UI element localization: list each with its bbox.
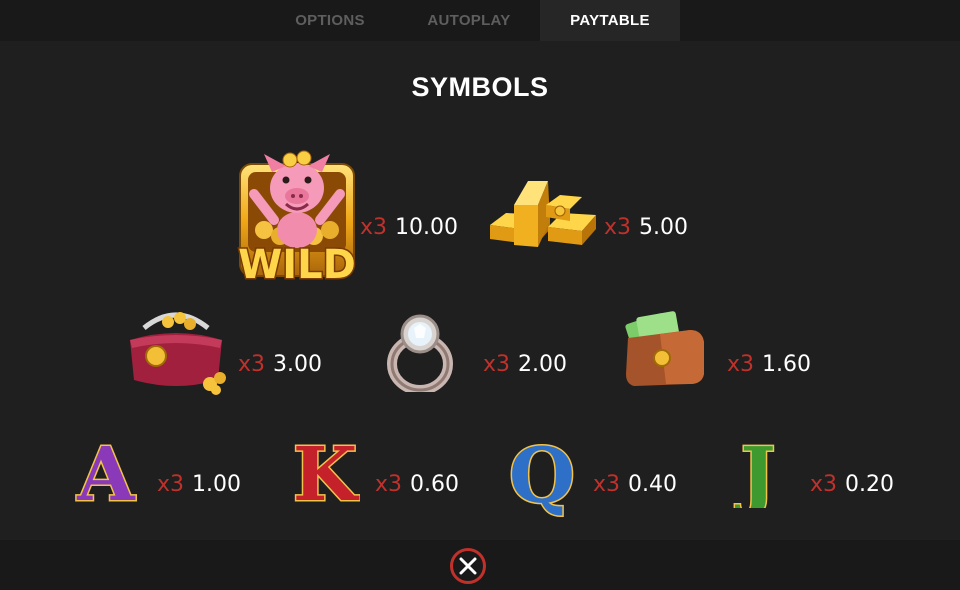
multiplier: x3 [727, 352, 755, 377]
tab-paytable[interactable]: PAYTABLE [540, 0, 680, 41]
paytable-entry-q: x3 0.40 [593, 472, 677, 498]
payout-value: 1.00 [192, 472, 242, 497]
payout-value: 0.60 [410, 472, 460, 497]
paytable-entry-j: x3 0.20 [810, 472, 894, 498]
purse-icon [130, 312, 226, 395]
multiplier: x3 [238, 352, 266, 377]
paytable-entry-a: x3 1.00 [157, 472, 241, 498]
close-icon [459, 557, 477, 575]
wallet-icon [625, 311, 704, 386]
paytable-entry-gold-bars: x3 5.00 [604, 215, 688, 241]
wild-pig-icon: WILD [237, 150, 357, 284]
multiplier: x3 [375, 472, 403, 497]
payout-value: 5.00 [639, 215, 689, 240]
gold-bars-icon [490, 181, 596, 247]
svg-text:K: K [293, 432, 360, 508]
payout-value: 0.40 [628, 472, 678, 497]
svg-text:A: A [76, 432, 136, 508]
paytable-entry-purse: x3 3.00 [238, 352, 322, 378]
letter-q-icon: Q [507, 432, 576, 522]
wild-label: WILD [238, 242, 356, 284]
svg-text:Q: Q [509, 432, 575, 520]
multiplier: x3 [157, 472, 185, 497]
payout-value: 10.00 [395, 215, 459, 240]
section-title: SYMBOLS [411, 72, 549, 102]
letter-k-icon: K [291, 432, 360, 508]
tab-options[interactable]: OPTIONS [262, 0, 398, 41]
multiplier: x3 [810, 472, 838, 497]
payout-value: 2.00 [518, 352, 568, 377]
multiplier: x3 [604, 215, 632, 240]
multiplier: x3 [593, 472, 621, 497]
paytable-entry-ring: x3 2.00 [483, 352, 567, 378]
close-button[interactable] [450, 548, 486, 584]
diamond-ring-icon [387, 314, 453, 392]
svg-text:J: J [734, 432, 775, 508]
payout-value: 1.60 [762, 352, 812, 377]
tab-autoplay[interactable]: AUTOPLAY [398, 0, 540, 41]
payout-value: 0.20 [845, 472, 895, 497]
multiplier: x3 [483, 352, 511, 377]
paytable-entry-wallet: x3 1.60 [727, 352, 811, 378]
payout-value: 3.00 [273, 352, 323, 377]
multiplier: x3 [360, 215, 388, 240]
letter-j-icon: J [733, 432, 777, 508]
paytable-entry-wild: x3 10.00 [360, 215, 458, 241]
paytable-entry-k: x3 0.60 [375, 472, 459, 498]
letter-a-icon: A [75, 432, 138, 508]
